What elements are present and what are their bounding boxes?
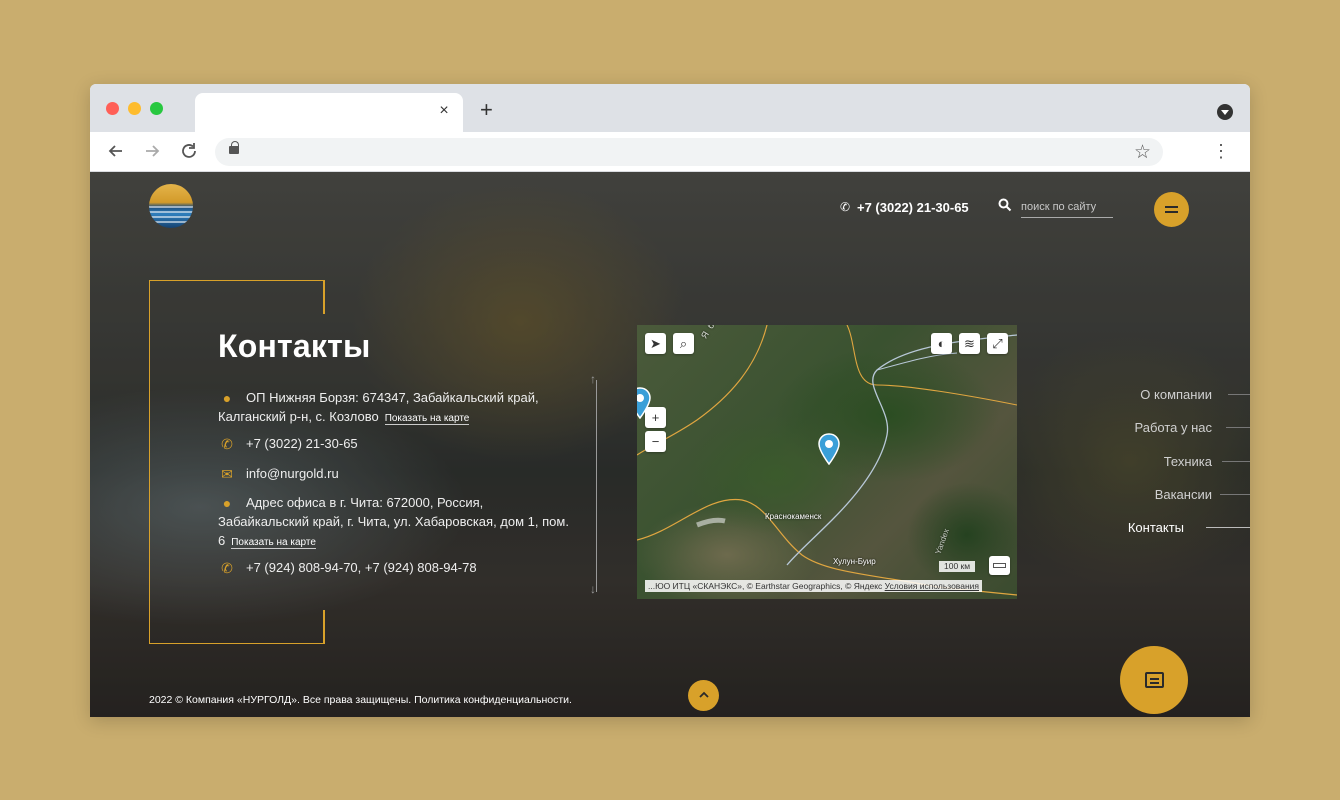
location-pin-icon: ● — [222, 390, 232, 406]
mail-icon — [1145, 672, 1164, 688]
browser-toolbar: ☆ ⋮ — [90, 132, 1250, 172]
nav-item-equipment[interactable]: Техника — [1164, 454, 1212, 469]
nav-line — [1222, 461, 1250, 462]
address2-line1: Адрес офиса в г. Чита: 672000, Россия, — [246, 495, 484, 510]
ruler-icon[interactable] — [989, 556, 1010, 575]
chevron-up-icon — [698, 691, 709, 698]
nav-item-contacts[interactable]: Контакты — [1128, 520, 1184, 535]
browser-window: × + ☆ ⋮ ✆ +7 (3022) 21-30-65 поиск по са… — [90, 84, 1250, 717]
nav-item-careers[interactable]: Работа у нас — [1134, 420, 1212, 435]
map-attribution: ...ЮО ИТЦ «СКАНЭКС», © Earthstar Geograp… — [645, 580, 982, 592]
scroll-down-arrow-icon[interactable]: ↓ — [590, 583, 596, 595]
nav-line — [1220, 494, 1250, 495]
address1-line1: ОП Нижняя Борзя: 674347, Забайкальский к… — [246, 390, 539, 405]
frame-corner — [323, 610, 325, 644]
envelope-icon: ✉ — [221, 466, 233, 482]
lock-icon — [229, 141, 239, 154]
address2-line3: 6 Показать на карте — [218, 531, 316, 552]
show-on-map-link[interactable]: Показать на карте — [384, 413, 470, 425]
tab-search-icon[interactable] — [1217, 104, 1233, 120]
footer-copyright: 2022 © Компания «НУРГОЛД». Все права защ… — [149, 694, 572, 706]
phone-icon: ✆ — [221, 560, 233, 576]
address1-line2: Калганский р-н, с. Козлово Показать на ка… — [218, 407, 470, 428]
nav-item-vacancies[interactable]: Вакансии — [1155, 487, 1212, 502]
geolocation-icon[interactable]: ➤ — [645, 333, 666, 354]
content-scrollbar[interactable] — [596, 380, 597, 592]
nav-item-about[interactable]: О компании — [1140, 387, 1212, 402]
back-arrow-icon[interactable] — [105, 140, 127, 162]
address2-line2: Забайкальский край, г. Чита, ул. Хабаров… — [218, 514, 569, 529]
contact-phones-2[interactable]: +7 (924) 808-94-70, +7 (924) 808-94-78 — [246, 558, 477, 577]
location-pin-icon: ● — [222, 495, 232, 511]
map-marker-icon[interactable] — [637, 387, 651, 419]
contact-phone[interactable]: +7 (3022) 21-30-65 — [246, 434, 358, 453]
forward-arrow-icon[interactable] — [141, 140, 163, 162]
page-title: Контакты — [218, 328, 371, 364]
yandex-map[interactable]: ➤ ⌕ ◐ ≋ ⤢ + − Краснокаменск Хулун-Буир Я… — [637, 325, 1017, 599]
nav-line-active — [1206, 527, 1250, 528]
contact-email[interactable]: info@nurgold.ru — [246, 464, 339, 483]
traffic-icon[interactable]: ◐ — [931, 333, 952, 354]
zoom-out-button[interactable]: − — [645, 431, 666, 452]
nav-line — [1226, 427, 1250, 428]
reload-icon[interactable] — [178, 140, 200, 162]
address-bar[interactable]: ☆ — [215, 138, 1163, 166]
scroll-top-button[interactable] — [688, 680, 719, 711]
phone-icon: ✆ — [840, 200, 851, 214]
feedback-button[interactable] — [1120, 646, 1188, 714]
map-label-hulun-buir: Хулун-Буир — [833, 557, 876, 566]
attribution-text: ...ЮО ИТЦ «СКАНЭКС», © Earthstar Geograp… — [648, 581, 883, 591]
address1-text: Калганский р-н, с. Козлово — [218, 409, 379, 424]
site-search-input[interactable] — [1021, 196, 1113, 218]
map-label-krasnokamensk: Краснокаменск — [765, 512, 822, 521]
map-search-icon[interactable]: ⌕ — [673, 333, 694, 354]
fullscreen-icon[interactable]: ⤢ — [987, 333, 1008, 354]
bookmark-star-icon[interactable]: ☆ — [1134, 141, 1151, 164]
frame-corner — [323, 280, 325, 314]
map-marker-icon[interactable] — [818, 433, 840, 465]
search-icon[interactable] — [998, 198, 1012, 212]
show-on-map-link[interactable]: Показать на карте — [231, 537, 316, 549]
terms-of-use-link[interactable]: Условия использования — [885, 581, 979, 591]
menu-button[interactable] — [1154, 192, 1189, 227]
close-window-button[interactable] — [106, 102, 119, 115]
nav-line — [1228, 394, 1250, 395]
phone-icon: ✆ — [221, 436, 233, 452]
map-scale: 100 км — [939, 561, 976, 572]
address2-text: 6 — [218, 533, 226, 548]
layers-icon[interactable]: ≋ — [959, 333, 980, 354]
active-tab[interactable]: × — [195, 93, 463, 132]
company-logo[interactable] — [149, 184, 193, 228]
minimize-window-button[interactable] — [128, 102, 141, 115]
tab-bar: × + — [90, 84, 1250, 132]
header-phone[interactable]: +7 (3022) 21-30-65 — [857, 200, 969, 215]
website-page: ✆ +7 (3022) 21-30-65 Контакты ● ОП Нижня… — [90, 172, 1250, 717]
browser-menu-icon[interactable]: ⋮ — [1212, 141, 1230, 161]
new-tab-button[interactable]: + — [480, 99, 493, 121]
maximize-window-button[interactable] — [150, 102, 163, 115]
tab-close-icon[interactable]: × — [435, 102, 453, 120]
